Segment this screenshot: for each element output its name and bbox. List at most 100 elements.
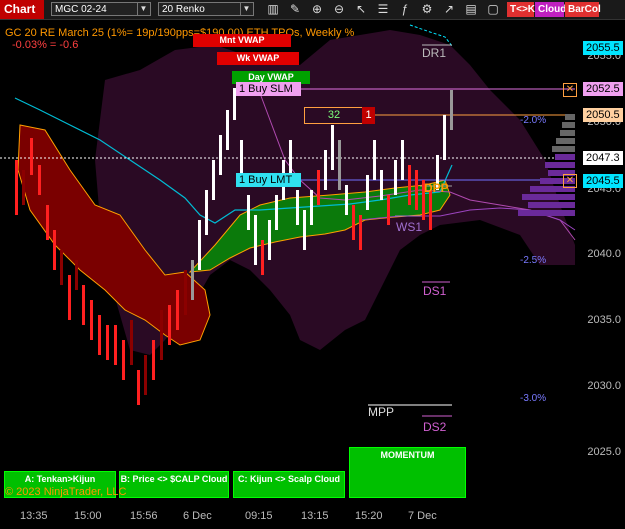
x-tick: 15:00 xyxy=(74,510,102,522)
weekly-vwap-label: Wk VWAP xyxy=(217,52,299,65)
y-tick: 2035.0 xyxy=(587,314,621,326)
scalp-cloud-button[interactable]: B: Price <> $CALP Cloud xyxy=(119,471,229,498)
renko-brick xyxy=(352,205,355,240)
chevron-down-icon: ▼ xyxy=(137,3,149,15)
renko-brick xyxy=(176,290,179,330)
chart-toolbar: Chart MGC 02-24 ▼ 20 Renko ▼ ▥ ✎ ⊕ ⊖ ↖ ☰… xyxy=(0,0,625,20)
price-label-slm: 2052.5 xyxy=(583,82,623,96)
renko-brick xyxy=(359,215,362,250)
zoom-in-icon[interactable]: ⊕ xyxy=(310,2,324,16)
ds2-label: DS2 xyxy=(423,420,447,434)
renko-brick xyxy=(317,170,320,205)
momentum-button[interactable]: MOMENTUM xyxy=(349,447,466,498)
renko-brick xyxy=(114,325,117,365)
price-label-last: 2047.3 xyxy=(583,151,623,165)
renko-brick xyxy=(198,220,201,270)
renko-brick xyxy=(68,275,71,320)
renko-brick xyxy=(205,190,208,235)
renko-brick xyxy=(415,170,418,210)
renko-brick xyxy=(254,215,257,265)
renko-brick xyxy=(122,340,125,380)
renko-brick xyxy=(60,250,63,285)
x-tick: 09:15 xyxy=(245,510,273,522)
instrument-selector[interactable]: MGC 02-24 ▼ xyxy=(51,2,151,16)
renko-brick xyxy=(22,170,25,205)
renko-brick xyxy=(345,185,348,215)
renko-brick xyxy=(98,315,101,355)
arrow-cursor-icon[interactable]: ↖ xyxy=(354,2,368,16)
zoom-out-icon[interactable]: ⊖ xyxy=(332,2,346,16)
properties-icon[interactable]: ☰ xyxy=(376,2,390,16)
bar-type-value: 20 Renko xyxy=(162,4,205,15)
renko-brick xyxy=(130,320,133,365)
dr1-label: DR1 xyxy=(422,46,447,60)
pct-mark-1: -2.0% xyxy=(520,115,547,126)
renko-brick xyxy=(401,140,404,180)
x-tick: 6 Dec xyxy=(183,510,212,522)
renko-brick xyxy=(331,125,334,170)
time-axis[interactable]: 13:35 15:00 15:56 6 Dec 09:15 13:15 15:2… xyxy=(0,505,625,529)
cancel-order-icon[interactable]: ✕ xyxy=(563,174,577,188)
bar-chart-icon[interactable]: ▥ xyxy=(266,2,280,16)
tk-toggle-button[interactable]: T<>K xyxy=(507,2,535,17)
renko-brick xyxy=(226,110,229,150)
line-chart-icon[interactable]: ↗ xyxy=(442,2,456,16)
order-close-button[interactable]: 1 xyxy=(362,107,375,124)
renko-brick xyxy=(296,190,299,225)
cloud-toggle-button[interactable]: Cloud xyxy=(535,2,566,17)
price-label-dr1: 2055.5 xyxy=(583,41,623,55)
renko-brick xyxy=(275,195,278,230)
renko-brick xyxy=(168,305,171,345)
templates-icon[interactable]: ▤ xyxy=(464,2,478,16)
renko-brick xyxy=(373,140,376,180)
mpp-label: MPP xyxy=(368,405,395,419)
renko-brick xyxy=(387,195,390,225)
x-tick: 13:15 xyxy=(301,510,329,522)
y-tick: 2030.0 xyxy=(587,380,621,392)
renko-brick xyxy=(191,260,194,300)
barcol-toggle-button[interactable]: BarCol xyxy=(565,2,601,17)
buy-lmt-order[interactable]: 1 Buy LMT xyxy=(236,173,301,187)
y-tick: 2040.0 xyxy=(587,248,621,260)
renko-brick xyxy=(261,240,264,275)
renko-brick xyxy=(380,170,383,200)
ds1-label: DS1 xyxy=(423,284,447,298)
window-icon[interactable]: ▢ xyxy=(486,2,500,16)
renko-brick xyxy=(184,270,187,315)
drawing-tool-icon[interactable]: ✎ xyxy=(288,2,302,16)
order-qty-box[interactable]: 32 xyxy=(304,107,364,124)
renko-brick xyxy=(289,140,292,175)
pct-mark-3: -3.0% xyxy=(520,393,547,404)
renko-brick xyxy=(160,310,163,360)
renko-brick xyxy=(394,160,397,195)
renko-brick xyxy=(247,195,250,230)
price-label-lmt: 2045.5 xyxy=(583,174,623,188)
renko-brick xyxy=(212,160,215,200)
renko-brick xyxy=(366,175,369,210)
copyright-text: © 2023 NinjaTrader, LLC xyxy=(5,486,127,498)
renko-brick xyxy=(152,340,155,380)
renko-brick xyxy=(408,165,411,205)
indicators-icon[interactable]: ƒ xyxy=(398,2,412,16)
chart-menu-button[interactable]: Chart xyxy=(0,0,44,19)
renko-brick xyxy=(90,300,93,340)
renko-brick xyxy=(338,140,341,190)
renko-brick xyxy=(450,90,453,130)
x-tick: 15:20 xyxy=(355,510,383,522)
strategy-icon[interactable]: ⚙ xyxy=(420,2,434,16)
cancel-order-icon[interactable]: ✕ xyxy=(563,83,577,97)
kijun-scalp-button[interactable]: C: Kijun <> Scalp Cloud xyxy=(233,471,345,498)
renko-brick xyxy=(219,135,222,175)
instrument-value: MGC 02-24 xyxy=(55,4,107,15)
renko-brick xyxy=(324,150,327,190)
renko-brick xyxy=(75,260,78,290)
renko-brick xyxy=(137,370,140,405)
buy-slm-order[interactable]: 1 Buy SLM xyxy=(236,82,301,96)
renko-brick xyxy=(268,220,271,260)
renko-brick xyxy=(38,165,41,195)
renko-brick xyxy=(443,115,446,160)
renko-brick xyxy=(53,230,56,270)
bar-type-selector[interactable]: 20 Renko ▼ xyxy=(158,2,254,16)
monthly-vwap-label: Mnt VWAP xyxy=(193,34,291,47)
y-tick: 2025.0 xyxy=(587,446,621,458)
